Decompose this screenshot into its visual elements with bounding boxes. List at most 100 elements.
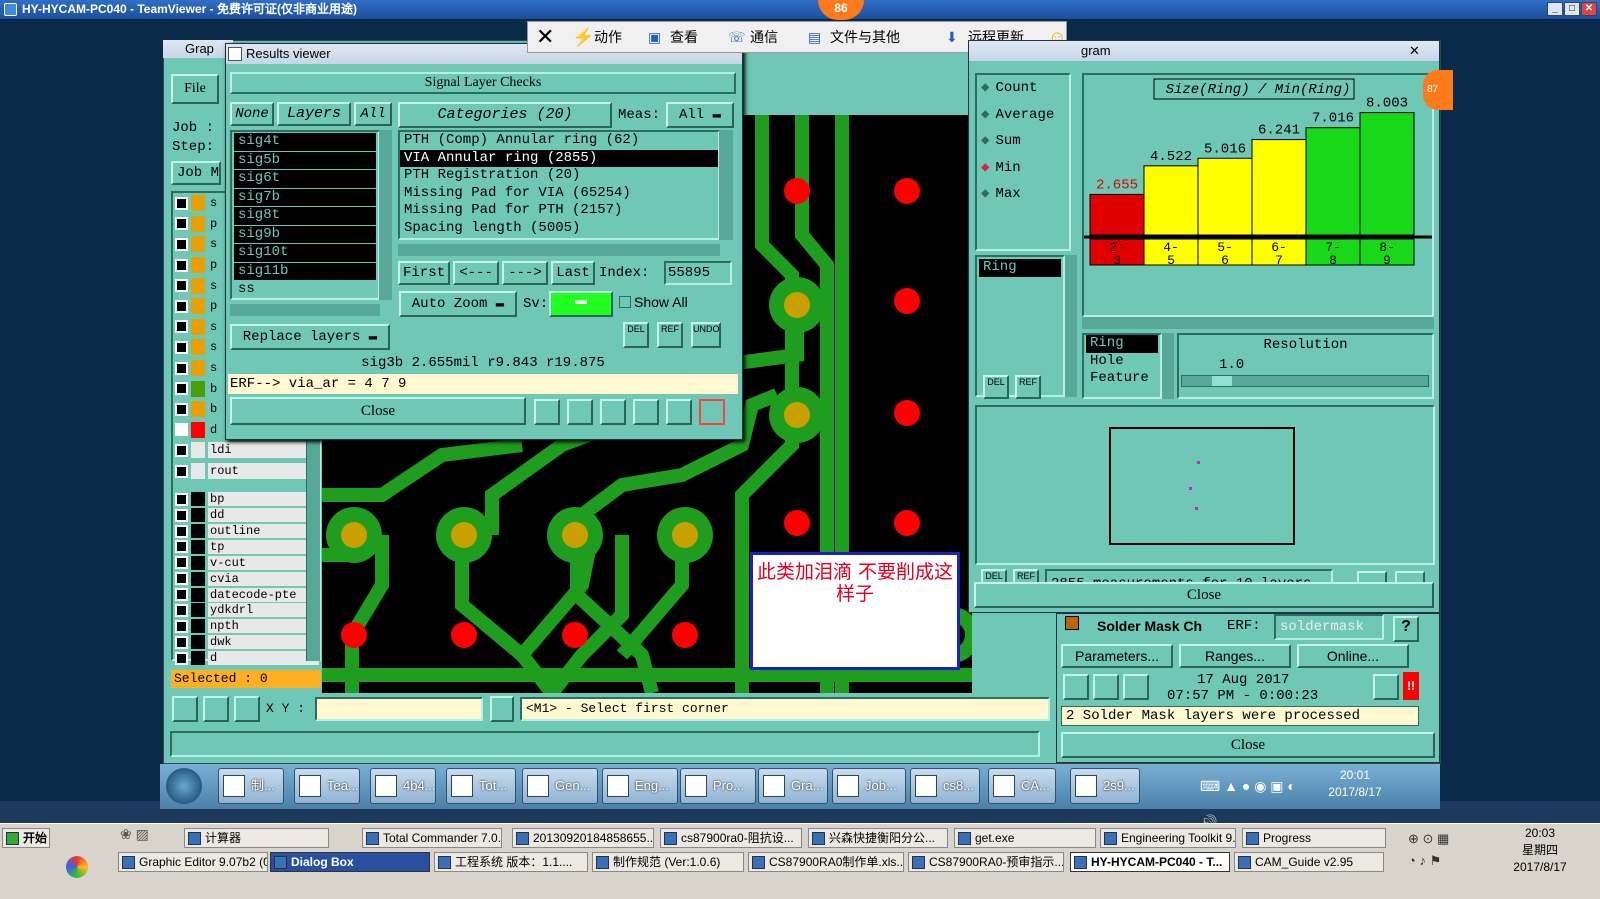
stat-option[interactable]: ◆ Count: [977, 75, 1069, 102]
minimize-icon[interactable]: _: [1547, 2, 1563, 16]
radio-icon[interactable]: ◆: [981, 107, 989, 123]
histogram-close-button[interactable]: Close: [974, 582, 1434, 608]
local-taskbar-item[interactable]: CS87900RA0制作单.xls...: [748, 852, 904, 872]
parameters-button[interactable]: Parameters...: [1061, 644, 1173, 668]
stat-option[interactable]: ◆ Average: [977, 102, 1069, 129]
layer-checkbox[interactable]: [175, 464, 188, 478]
prev-button[interactable]: <---: [453, 261, 499, 285]
layer-checkbox[interactable]: [175, 237, 188, 251]
bar[interactable]: [1089, 193, 1145, 236]
layer-checkbox[interactable]: [175, 340, 188, 354]
xy-input[interactable]: [315, 697, 483, 721]
layer-row[interactable]: dwk: [173, 634, 319, 650]
local-taskbar-item[interactable]: Progress: [1242, 828, 1386, 848]
layer-checkbox[interactable]: [175, 635, 188, 649]
online-button[interactable]: Online...: [1297, 644, 1409, 668]
histogram-icon[interactable]: [699, 399, 725, 425]
layer-checkbox[interactable]: [175, 603, 188, 617]
local-taskbar-item[interactable]: CS87900RA0-预审指示...: [908, 852, 1064, 872]
remote-taskbar-item[interactable]: CA...: [988, 768, 1056, 804]
layer-row[interactable]: ldi: [173, 440, 319, 461]
grid-icon[interactable]: [234, 696, 260, 722]
layer-row[interactable]: bp: [173, 491, 319, 507]
layer-checkbox[interactable]: [175, 299, 188, 313]
remote-taskbar-item[interactable]: Pro...: [680, 768, 756, 804]
first-button[interactable]: First: [398, 261, 450, 285]
stat-option[interactable]: ◆ Min: [977, 155, 1069, 182]
start-orb-icon[interactable]: [166, 768, 202, 804]
local-taskbar-item[interactable]: HY-HYCAM-PC040 - T...: [1070, 852, 1230, 872]
result-layer-item[interactable]: sig8t: [234, 207, 376, 225]
sel-item[interactable]: Feature: [1086, 370, 1158, 388]
layer-checkbox[interactable]: [175, 196, 188, 210]
local-taskbar-item[interactable]: 兴森快捷衡阳分公...: [808, 828, 948, 848]
layer-row[interactable]: v-cut: [173, 555, 319, 571]
bar[interactable]: [1143, 165, 1199, 236]
result-layer-item[interactable]: sig7b: [234, 188, 376, 206]
layer-checkbox[interactable]: [175, 540, 188, 554]
cross-icon[interactable]: [600, 399, 626, 425]
layer-checkbox[interactable]: [175, 402, 188, 416]
hist-del-button[interactable]: DEL: [983, 375, 1009, 399]
category-list-vscroll[interactable]: [719, 130, 733, 240]
category-item[interactable]: PTH (Comp) Annular ring (62): [400, 132, 718, 150]
notes-icon[interactable]: [666, 399, 692, 425]
start-button[interactable]: 开始: [2, 828, 50, 848]
sel-item[interactable]: Ring: [1086, 335, 1158, 353]
local-taskbar-item[interactable]: get.exe: [954, 828, 1096, 848]
layer-checkbox[interactable]: [175, 361, 188, 375]
radio-icon[interactable]: ◆: [981, 80, 989, 96]
sel-list[interactable]: Ring Hole Feature: [1082, 333, 1162, 399]
layer-row[interactable]: tp: [173, 539, 319, 555]
bar[interactable]: [1305, 127, 1361, 236]
layer-checkbox[interactable]: [175, 651, 188, 665]
bar[interactable]: [1359, 112, 1415, 236]
category-item[interactable]: VIA Annular ring (2855): [400, 149, 718, 167]
radio-icon[interactable]: ◆: [981, 186, 989, 202]
view-menu[interactable]: 查看: [670, 22, 698, 52]
show-all-checkbox[interactable]: [619, 296, 631, 308]
layer-checkbox[interactable]: [175, 619, 188, 633]
solder-mask-close-button[interactable]: Close: [1061, 732, 1435, 758]
layer-checkbox[interactable]: [175, 443, 188, 457]
stats-icon[interactable]: [534, 399, 560, 425]
layer-checkbox[interactable]: [175, 508, 188, 522]
local-taskbar-item[interactable]: CAM_Guide v2.95: [1234, 852, 1384, 872]
result-layer-item[interactable]: sig11b: [234, 262, 376, 280]
info-icon[interactable]: [490, 696, 514, 722]
index-input[interactable]: 55895: [664, 261, 732, 285]
remote-taskbar-item[interactable]: Gen...: [522, 768, 598, 804]
replace-layers-dropdown[interactable]: Replace layers ▬: [230, 324, 390, 350]
sel-item[interactable]: Hole: [1086, 353, 1158, 371]
close-icon[interactable]: ✕: [1581, 2, 1597, 16]
auto-zoom-dropdown[interactable]: Auto Zoom ▬: [399, 291, 517, 317]
results-close-button[interactable]: Close: [230, 397, 526, 425]
category-list[interactable]: PTH (Comp) Annular ring (62) VIA Annular …: [398, 130, 720, 240]
remote-taskbar-item[interactable]: cs8...: [910, 768, 980, 804]
radio-icon[interactable]: ◆: [981, 160, 989, 176]
local-taskbar-item[interactable]: Engineering Toolkit 9...: [1100, 828, 1236, 848]
del-button[interactable]: DEL: [623, 322, 649, 348]
none-button[interactable]: None: [230, 102, 274, 126]
result-layer-item[interactable]: sig5b: [234, 151, 376, 169]
layer-checkbox[interactable]: [175, 556, 188, 570]
erf-value[interactable]: soldermask: [1274, 614, 1384, 640]
sv-color-dropdown[interactable]: ▬: [549, 291, 613, 317]
sel-list-scroll[interactable]: [1162, 333, 1174, 399]
local-taskbar-item[interactable]: 20130920184858655...: [512, 828, 654, 848]
layer-row[interactable]: dd: [173, 507, 319, 523]
layer-checkbox[interactable]: [175, 423, 188, 437]
remote-taskbar-item[interactable]: 2s9...: [1070, 768, 1140, 804]
result-layer-item[interactable]: sig9b: [234, 225, 376, 243]
job-matrix-button[interactable]: Job M: [171, 161, 221, 185]
resolution-slider[interactable]: [1181, 375, 1429, 387]
layer-row[interactable]: npth: [173, 618, 319, 634]
local-taskbar-item[interactable]: cs87900ra0-阻抗设...: [660, 828, 802, 848]
comm-menu[interactable]: 通信: [750, 22, 778, 52]
ring-item[interactable]: Ring: [979, 259, 1061, 277]
layer-row[interactable]: rout: [173, 461, 319, 482]
report-icon[interactable]: [633, 399, 659, 425]
layer-results-list[interactable]: sig4t sig5b sig6t sig7b sig8t sig9b sig10t sig1…: [230, 130, 380, 300]
layer-checkbox[interactable]: [175, 524, 188, 538]
histogram-close-icon[interactable]: ✕: [1409, 41, 1420, 61]
